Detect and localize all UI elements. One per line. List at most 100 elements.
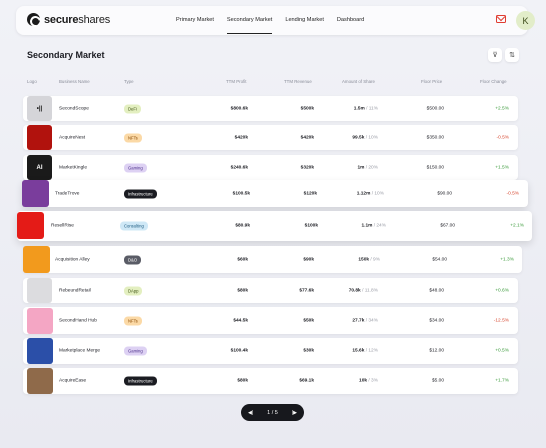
page-title: Secondary Market [27,50,105,60]
floor-price: $12.00 [429,348,444,354]
amount-of-share: 1.5m / 11% [354,106,378,111]
nav-lending-market[interactable]: Lending Market [285,6,324,35]
type-badge: NFTs [124,316,142,325]
floor-price: $54.00 [432,257,447,262]
share-amount: 70.8k [348,288,361,293]
amount-of-share: 99.5k / 10% [352,135,378,140]
type-badge: DeFi [124,104,141,113]
floor-change: -0.5% [496,135,509,140]
type-badge: D&O [124,255,142,264]
share-percent: / 3% [368,378,378,384]
business-name: AcquireNest [59,135,86,140]
col-business-name: Business Name [59,79,90,84]
floor-change: +1.7% [495,378,509,384]
business-name: Acquisition Alley [55,257,90,262]
sort-button[interactable]: ⇅ [505,48,519,62]
share-percent: / 10% [371,191,384,196]
share-percent: / 11% [366,106,378,111]
amount-of-share: 27.7k / 34% [352,318,378,323]
ttm-revenue: $69.1k [299,378,314,384]
floor-change: +1.5% [495,165,509,170]
type-badge: DApp [124,286,143,295]
top-nav: secureshares Primary Market Secondary Ma… [16,6,535,35]
business-name: ResellRise [51,223,74,229]
ttm-profit: $80.9k [235,223,250,229]
amount-of-share: 15.6k / 12% [352,349,378,354]
floor-change: -0.5% [506,191,519,196]
type-badge: NFTs [124,133,142,142]
col-amount-of-share: Amount of Share [342,79,375,84]
ttm-profit: $240.6k [230,165,248,170]
floor-price: $150.00 [426,165,444,170]
brand-mark-icon [27,13,40,26]
page-indicator: 1 / 5 [267,409,278,416]
share-amount: 15.6k [352,348,365,354]
ttm-profit: $800.6k [230,106,248,111]
floor-change: -12.5% [493,318,509,323]
floor-price: $67.00 [440,223,455,229]
ttm-revenue: $500k [300,106,314,111]
amount-of-share: 150k / 9% [358,257,380,262]
ttm-revenue: $77.6k [299,288,314,293]
company-logo [27,308,53,334]
nav-secondary-market[interactable]: Secondary Market [226,6,273,35]
share-amount: 150k [358,257,370,262]
mail-icon[interactable] [496,15,506,23]
company-logo [27,278,52,303]
share-percent: / 9% [370,257,380,262]
ttm-profit: $420k [234,135,248,140]
share-amount: 27.7k [352,318,365,323]
company-logo [23,246,50,273]
business-name: RebeundRetail [59,288,91,293]
pagination: ◀| 1 / 5 |▶ [241,404,304,421]
ttm-profit: $44.5k [233,318,248,323]
amount-of-share: 70.8k / 11.8% [349,288,378,293]
type-badge: Infrastructure [124,376,157,386]
sort-icon: ⇅ [509,52,515,59]
type-badge: Consulting [120,221,148,231]
filter-icon: ⊽ [492,52,498,59]
share-percent: / 34% [365,318,378,323]
share-amount: 99.5k [352,135,365,140]
business-name: SecondHand Hub [59,318,97,323]
business-name: TradeTrove [55,191,80,196]
ttm-revenue: $90k [303,257,314,262]
ttm-profit: $60k [237,257,248,262]
share-amount: 10k [359,378,368,384]
ttm-revenue: $420k [300,135,314,140]
company-logo: •|| [27,96,52,121]
floor-price: $90.00 [437,191,452,196]
ttm-revenue: $100k [304,223,318,229]
ttm-profit: $100.5k [232,191,250,196]
ttm-profit: $100.4k [230,348,248,354]
ttm-revenue: $50k [303,318,314,323]
prev-page-icon[interactable]: ◀| [248,410,253,416]
filter-button[interactable]: ⊽ [488,48,502,62]
logo-icon: AI [36,164,43,171]
floor-price: $48.00 [429,288,444,293]
nav-primary-market[interactable]: Primary Market [176,6,214,35]
floor-price: $350.00 [426,135,444,140]
brand-name: secureshares [44,13,111,26]
company-logo [27,368,53,394]
col-ttm-profit: TTM Profit [226,79,247,84]
col-ttm-revenue: TTM Revenue [284,79,312,84]
share-amount: 1.1m [361,223,373,229]
avatar[interactable]: K [516,11,535,30]
business-name: SecondScope [59,106,89,111]
company-logo: AI [27,155,52,180]
next-page-icon[interactable]: |▶ [292,410,297,416]
share-percent: / 20% [365,165,378,170]
share-percent: / 24% [373,223,386,229]
amount-of-share: 1.1m / 24% [361,224,386,229]
ttm-revenue: $320k [300,165,314,170]
company-logo [27,125,52,150]
business-name: AcquireEase [59,378,87,384]
ttm-revenue: $120k [303,191,317,196]
col-logo: Logo [27,79,37,84]
nav-dashboard[interactable]: Dashboard [337,6,364,35]
brand-logo[interactable]: secureshares [27,13,110,26]
floor-price: $34.00 [429,318,444,323]
floor-change: +0.5% [495,348,509,354]
col-floor-price: Floor Price [421,79,443,84]
